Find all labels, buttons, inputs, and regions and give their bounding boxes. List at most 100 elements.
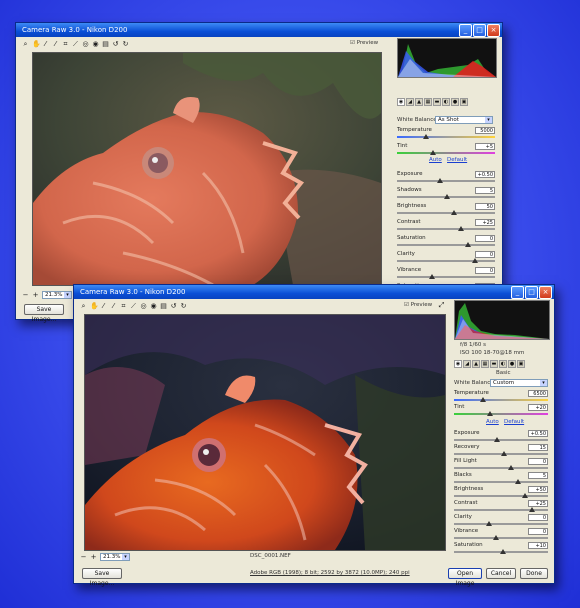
close-icon[interactable]: × <box>539 286 552 299</box>
white-balance-select[interactable]: Custom ▾ <box>490 379 548 387</box>
slider-track[interactable] <box>454 439 548 441</box>
lens-tab-icon[interactable]: ◐ <box>499 360 507 368</box>
rotate-right-icon[interactable]: ↻ <box>122 40 129 48</box>
slider-thumb[interactable] <box>437 178 443 183</box>
detail-tab-icon[interactable]: ▲ <box>415 98 423 106</box>
slider-thumb[interactable] <box>494 437 500 442</box>
slider-thumb[interactable] <box>451 210 457 215</box>
straighten-tool-icon[interactable]: ⟋ <box>72 40 79 48</box>
slider-track[interactable] <box>397 228 495 230</box>
slider-thumb[interactable] <box>501 451 507 456</box>
slider-value-field[interactable]: 0 <box>475 267 495 274</box>
zoom-out-icon[interactable]: − <box>22 291 29 299</box>
fullscreen-icon[interactable]: ⤢ <box>438 302 445 309</box>
rotate-left-icon[interactable]: ↺ <box>170 302 177 310</box>
slider-thumb[interactable] <box>508 465 514 470</box>
zoom-tool-icon[interactable]: ⌕ <box>80 302 87 310</box>
tone-curve-tab-icon[interactable]: ◢ <box>463 360 471 368</box>
calibration-tab-icon[interactable]: ● <box>508 360 516 368</box>
slider-thumb[interactable] <box>500 549 506 554</box>
slider-thumb[interactable] <box>444 194 450 199</box>
retouch-tool-icon[interactable]: ◎ <box>82 40 89 48</box>
auto-link[interactable]: Auto <box>486 419 499 425</box>
slider-track[interactable] <box>454 399 548 401</box>
slider-value-field[interactable]: +25 <box>528 500 548 507</box>
slider-thumb[interactable] <box>429 274 435 279</box>
open-image-button[interactable]: Open Image <box>448 568 482 587</box>
slider-track[interactable] <box>397 136 495 138</box>
slider-thumb[interactable] <box>493 535 499 540</box>
slider-thumb[interactable] <box>423 134 429 139</box>
preferences-icon[interactable]: ▤ <box>160 302 167 310</box>
slider-track[interactable] <box>397 244 495 246</box>
slider-thumb[interactable] <box>529 507 535 512</box>
calibration-tab-icon[interactable]: ● <box>451 98 459 106</box>
lens-tab-icon[interactable]: ◐ <box>442 98 450 106</box>
slider-value-field[interactable]: 15 <box>528 444 548 451</box>
rotate-right-icon[interactable]: ↻ <box>180 302 187 310</box>
slider-value-field[interactable]: +25 <box>475 219 495 226</box>
close-icon[interactable]: × <box>487 24 500 37</box>
done-button[interactable]: Done <box>520 568 548 579</box>
redeye-tool-icon[interactable]: ◉ <box>150 302 157 310</box>
slider-value-field[interactable]: 50 <box>475 203 495 210</box>
hsl-tab-icon[interactable]: ▦ <box>424 98 432 106</box>
slider-track[interactable] <box>397 260 495 262</box>
slider-track[interactable] <box>454 413 548 415</box>
default-link[interactable]: Default <box>504 419 524 425</box>
slider-value-field[interactable]: +10 <box>528 542 548 549</box>
split-tone-tab-icon[interactable]: ▬ <box>433 98 441 106</box>
color-sampler-icon[interactable]: ⁄ <box>52 40 59 48</box>
hand-tool-icon[interactable]: ✋ <box>32 40 41 48</box>
slider-value-field[interactable]: 0 <box>475 235 495 242</box>
presets-tab-icon[interactable]: ▣ <box>517 360 525 368</box>
slider-thumb[interactable] <box>522 493 528 498</box>
slider-value-field[interactable]: 6500 <box>528 390 548 397</box>
slider-value-field[interactable]: +0.50 <box>475 171 495 178</box>
presets-tab-icon[interactable]: ▣ <box>460 98 468 106</box>
split-tone-tab-icon[interactable]: ▬ <box>490 360 498 368</box>
basic-tab-icon[interactable]: ◉ <box>397 98 405 106</box>
slider-track[interactable] <box>454 495 548 497</box>
slider-value-field[interactable]: 5 <box>528 472 548 479</box>
slider-thumb[interactable] <box>515 479 521 484</box>
minimize-icon[interactable]: _ <box>459 24 472 37</box>
back-titlebar[interactable]: Camera Raw 3.0 - Nikon D200 _ □ × <box>16 23 502 37</box>
slider-track[interactable] <box>454 467 548 469</box>
white-balance-select[interactable]: As Shot ▾ <box>435 116 493 124</box>
tone-curve-tab-icon[interactable]: ◢ <box>406 98 414 106</box>
slider-thumb[interactable] <box>487 411 493 416</box>
slider-thumb[interactable] <box>430 150 436 155</box>
slider-value-field[interactable]: +5 <box>475 143 495 150</box>
slider-value-field[interactable]: 5 <box>475 187 495 194</box>
zoom-in-icon[interactable]: + <box>90 553 97 561</box>
slider-value-field[interactable]: +20 <box>528 404 548 411</box>
preferences-icon[interactable]: ▤ <box>102 40 109 48</box>
white-balance-tool-icon[interactable]: ⁄ <box>42 40 49 48</box>
zoom-in-icon[interactable]: + <box>32 291 39 299</box>
slider-value-field[interactable]: 0 <box>528 458 548 465</box>
slider-track[interactable] <box>397 276 495 278</box>
slider-value-field[interactable]: 0 <box>528 514 548 521</box>
straighten-tool-icon[interactable]: ⟋ <box>130 302 137 310</box>
zoom-tool-icon[interactable]: ⌕ <box>22 40 29 48</box>
rotate-left-icon[interactable]: ↺ <box>112 40 119 48</box>
zoom-select[interactable]: 21.3% ▾ <box>100 553 130 561</box>
preview-checkbox[interactable]: ☑ Preview <box>350 40 378 46</box>
slider-value-field[interactable]: +50 <box>528 486 548 493</box>
hsl-tab-icon[interactable]: ▦ <box>481 360 489 368</box>
cancel-button[interactable]: Cancel <box>486 568 516 579</box>
slider-value-field[interactable]: 5000 <box>475 127 495 134</box>
save-image-button[interactable]: Save Image... <box>24 304 64 323</box>
color-sampler-icon[interactable]: ⁄ <box>110 302 117 310</box>
maximize-icon[interactable]: □ <box>525 286 538 299</box>
workflow-options-link[interactable]: Adobe RGB (1998); 8 bit; 2592 by 3872 (1… <box>250 570 410 576</box>
slider-value-field[interactable]: +0.50 <box>528 430 548 437</box>
slider-thumb[interactable] <box>486 521 492 526</box>
detail-tab-icon[interactable]: ▲ <box>472 360 480 368</box>
redeye-tool-icon[interactable]: ◉ <box>92 40 99 48</box>
zoom-select[interactable]: 21.3% ▾ <box>42 291 72 299</box>
retouch-tool-icon[interactable]: ◎ <box>140 302 147 310</box>
preview-checkbox[interactable]: ☑ Preview <box>404 302 432 308</box>
slider-thumb[interactable] <box>480 397 486 402</box>
